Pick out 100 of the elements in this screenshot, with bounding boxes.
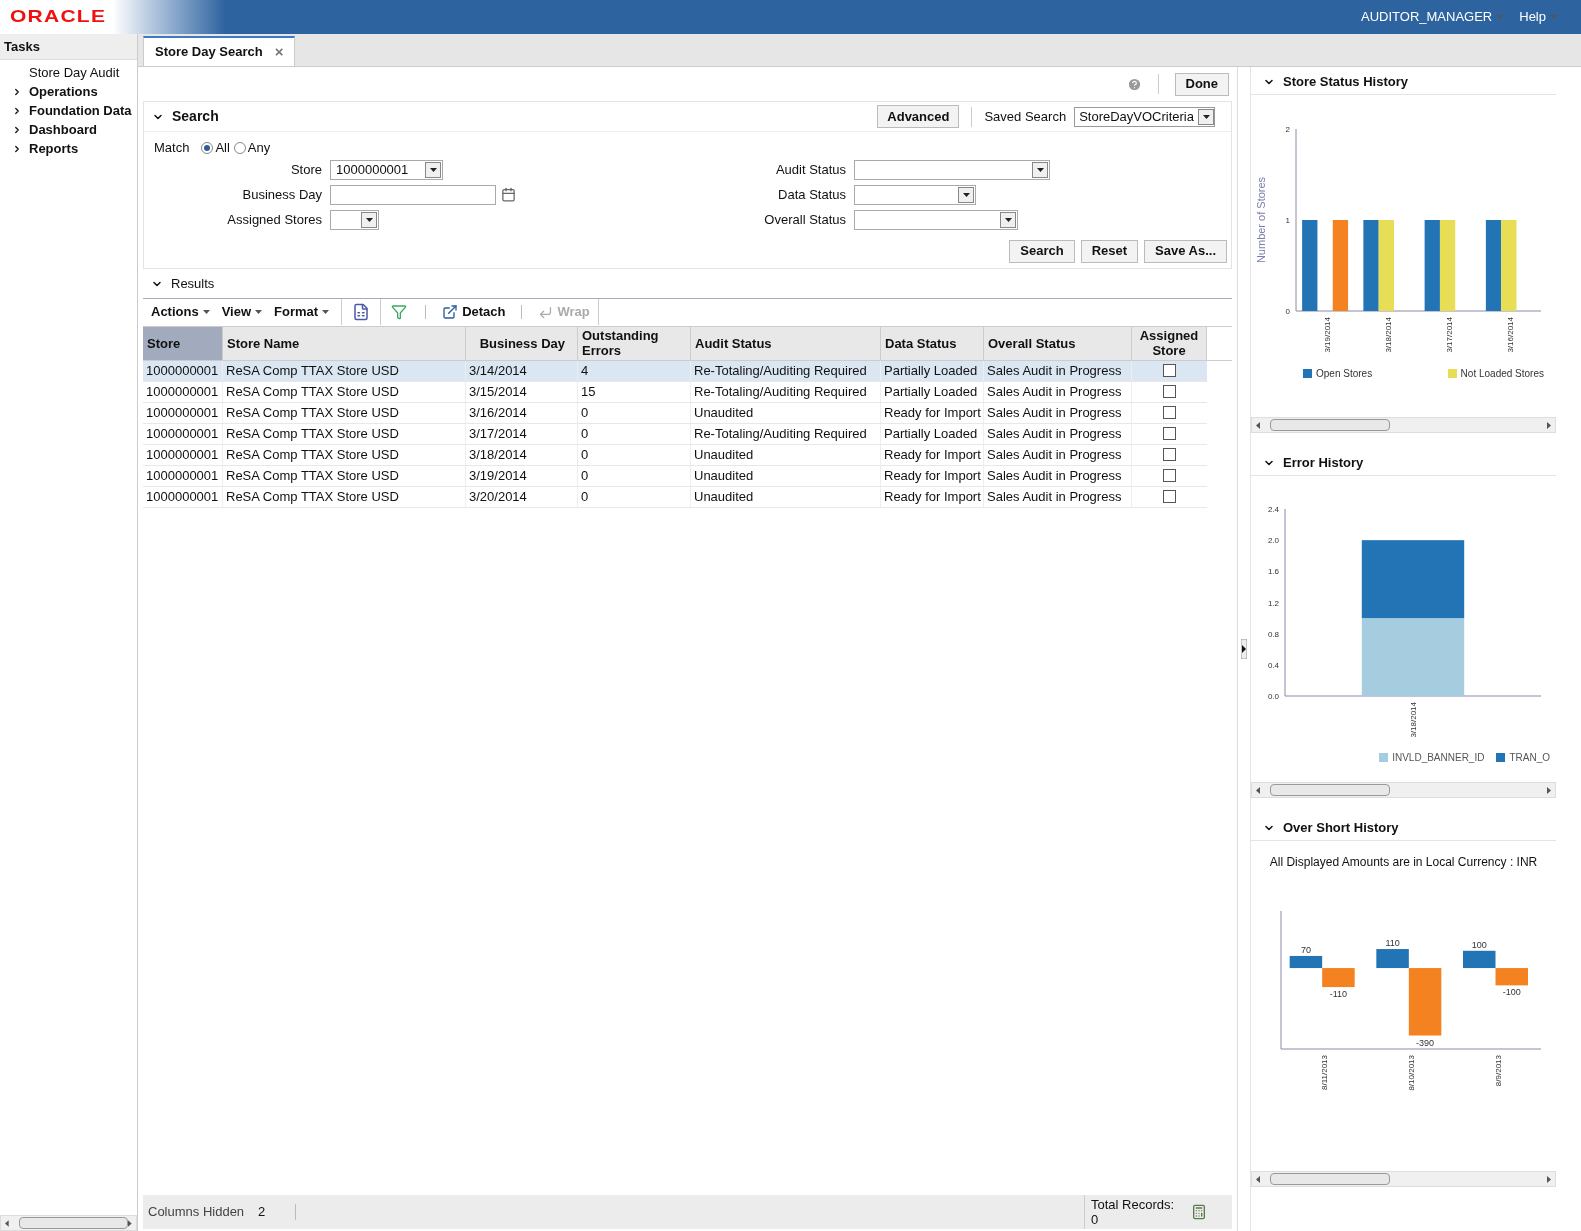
advanced-button[interactable]: Advanced (877, 105, 960, 128)
detach-button[interactable]: Detach (442, 302, 506, 322)
table-cell: Partially Loaded (881, 381, 984, 402)
date-field[interactable] (330, 184, 496, 205)
scroll-left-icon[interactable] (1256, 786, 1260, 794)
column-header[interactable]: Assigned Store (1132, 326, 1207, 360)
axis-tick-label: 0.0 (1267, 692, 1279, 701)
table-row[interactable]: 1000000001 ReSA Comp TTAX Store USD 3/20/2014 0 Unaudited Ready for Import Sales Audit in Progress (143, 486, 1207, 508)
table-row[interactable]: 1000000001 ReSA Comp TTAX Store USD 3/18/2014 0 Unaudited Ready for Import Sales Audit in Progress (143, 444, 1207, 466)
table-cell: 0 (578, 465, 691, 486)
dropdown-button[interactable] (1198, 108, 1214, 125)
sidebar-header: Tasks (0, 34, 137, 60)
saved-search-select[interactable]: StoreDayVOCriteria (1074, 106, 1215, 127)
scroll-left-icon[interactable] (1256, 421, 1260, 429)
sidebar-item[interactable]: Reports (29, 138, 79, 159)
sidebar-item[interactable]: Foundation Data (29, 100, 132, 121)
caret-icon (202, 310, 210, 314)
expand-icon[interactable] (12, 124, 22, 135)
dropdown-arrow-icon (962, 192, 970, 197)
menu-button[interactable]: Format (274, 302, 330, 322)
radio-button[interactable] (233, 141, 246, 154)
legend-label: Not Loaded Stores (1460, 367, 1544, 381)
tab[interactable]: Store Day Search × (143, 36, 296, 66)
user-menu[interactable]: AUDITOR_MANAGER (1361, 7, 1504, 27)
table-row[interactable]: 1000000001 ReSA Comp TTAX Store USD 3/15/2014 15 Re-Totaling/Auditing Required Partially Loaded Sales Audit in Progress (143, 381, 1207, 403)
action-button[interactable]: Search (1009, 239, 1075, 263)
checkbox[interactable] (1163, 427, 1176, 440)
scroll-right-icon[interactable] (1547, 421, 1551, 429)
sidebar-item[interactable]: Operations (29, 81, 98, 102)
table-cell: 3/20/2014 (466, 486, 578, 507)
checkbox[interactable] (1163, 406, 1176, 419)
export-icon[interactable] (352, 303, 371, 321)
select-field[interactable]: 1000000001 (330, 159, 443, 180)
horizontal-scrollbar[interactable] (0, 1215, 137, 1231)
checkbox[interactable] (1163, 490, 1176, 503)
checkbox[interactable] (1163, 448, 1176, 461)
select-field[interactable] (854, 159, 1050, 180)
scroll-left-icon[interactable] (1256, 1175, 1260, 1183)
horizontal-scrollbar[interactable] (1251, 1171, 1556, 1187)
checkbox[interactable] (1163, 385, 1176, 398)
column-header[interactable]: Audit Status (691, 326, 881, 360)
axis-tick-label: 3/16/2014 (1506, 317, 1516, 353)
expand-panel-icon[interactable] (1241, 639, 1247, 659)
select-field[interactable] (330, 209, 379, 230)
horizontal-scrollbar[interactable] (1251, 417, 1556, 433)
menu-button[interactable]: View (221, 302, 263, 322)
select-field[interactable] (854, 184, 976, 205)
column-header[interactable]: Store (143, 326, 223, 360)
dropdown-button[interactable] (361, 211, 377, 228)
table-row[interactable]: 1000000001 ReSA Comp TTAX Store USD 3/14/2014 4 Re-Totaling/Auditing Required Partially Loaded Sales Audit in Progress (143, 360, 1207, 382)
dropdown-arrow-icon (429, 167, 437, 172)
section-title: Results (171, 274, 215, 293)
logo: ORACLE (10, 7, 107, 28)
scroll-left-icon[interactable] (5, 1219, 9, 1227)
close-tab-button[interactable]: × (274, 40, 284, 64)
column-header[interactable]: Data Status (881, 326, 984, 360)
scroll-right-icon[interactable] (1547, 1175, 1551, 1183)
dropdown-button[interactable] (1000, 211, 1016, 228)
action-button[interactable]: Save As... (1144, 239, 1227, 263)
expand-icon[interactable] (12, 143, 22, 154)
expand-icon[interactable] (12, 86, 22, 97)
dropdown-button[interactable] (425, 161, 441, 178)
table-row[interactable]: 1000000001 ReSA Comp TTAX Store USD 3/16/2014 0 Unaudited Ready for Import Sales Audit in Progress (143, 402, 1207, 424)
filter-icon[interactable] (391, 304, 408, 320)
column-header[interactable]: Store Name (223, 326, 466, 360)
scroll-right-icon[interactable] (1547, 786, 1551, 794)
axis-tick-label: 8/9/2013 (1493, 1055, 1503, 1087)
dropdown-arrow-icon (1036, 167, 1044, 172)
table-row[interactable]: 1000000001 ReSA Comp TTAX Store USD 3/19/2014 0 Unaudited Ready for Import Sales Audit in Progress (143, 465, 1207, 487)
chart-bar (1463, 950, 1496, 969)
table-row[interactable]: 1000000001 ReSA Comp TTAX Store USD 3/17/2014 0 Re-Totaling/Auditing Required Partially Loaded Sales Audit in Progress (143, 423, 1207, 445)
columns-hidden-count: 2 (258, 1203, 266, 1222)
table-cell: ReSA Comp TTAX Store USD (223, 444, 466, 465)
table-cell: 1000000001 (143, 360, 223, 381)
table-cell: Unaudited (691, 486, 881, 507)
column-header[interactable]: Outstanding Errors (578, 326, 691, 360)
column-header[interactable]: Overall Status (984, 326, 1132, 360)
expand-icon[interactable] (12, 105, 22, 116)
horizontal-scrollbar[interactable] (1251, 782, 1556, 798)
sidebar-item[interactable]: Dashboard (29, 119, 97, 140)
radio-button[interactable] (201, 141, 214, 154)
calendar-icon[interactable] (501, 187, 516, 202)
action-button[interactable]: Reset (1080, 239, 1139, 263)
sidebar-item[interactable]: Store Day Audit (29, 62, 120, 83)
help-icon[interactable] (1126, 76, 1142, 92)
caret-icon (255, 310, 263, 314)
dropdown-button[interactable] (958, 186, 974, 203)
help-menu[interactable]: Help (1519, 7, 1557, 27)
table-cell: 1000000001 (143, 402, 223, 423)
radio-label: Any (247, 139, 271, 157)
done-button[interactable]: Done (1174, 72, 1229, 96)
checkbox[interactable] (1163, 469, 1176, 482)
select-field[interactable] (854, 209, 1018, 230)
dropdown-button[interactable] (1032, 161, 1048, 178)
column-header[interactable]: Business Day (466, 326, 578, 360)
calculator-icon[interactable] (1191, 1204, 1207, 1220)
table-cell: ReSA Comp TTAX Store USD (223, 423, 466, 444)
menu-button[interactable]: Actions (151, 302, 210, 322)
currency-note: All Displayed Amounts are in Local Currency : INR (1268, 854, 1539, 871)
checkbox[interactable] (1163, 364, 1176, 377)
